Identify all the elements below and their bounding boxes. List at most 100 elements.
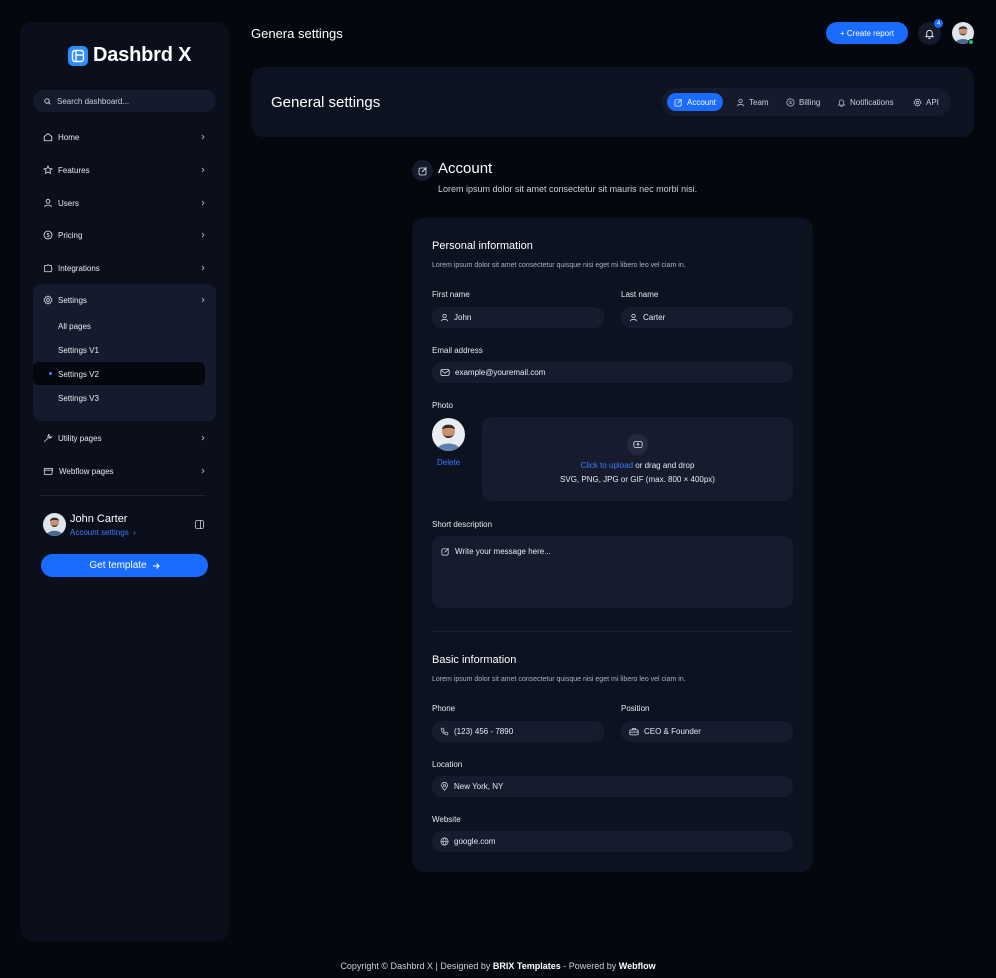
sidebar-item-label: Users xyxy=(58,198,79,208)
settings-header: General settings Account Team $ Billing … xyxy=(251,67,974,137)
sidebar-item-label: Home xyxy=(58,132,80,142)
sidebar-item-webflow-pages[interactable]: Webflow pages xyxy=(33,460,216,482)
tab-notifications[interactable]: Notifications xyxy=(830,93,901,111)
email-field[interactable]: example@youremail.com xyxy=(432,362,793,383)
chevron-right-icon xyxy=(200,435,206,441)
click-to-upload-link[interactable]: Click to upload xyxy=(581,461,633,470)
active-dot xyxy=(49,372,52,375)
tab-billing[interactable]: $ Billing xyxy=(779,93,827,111)
section-divider xyxy=(432,631,793,632)
sidebar-item-utility-pages[interactable]: Utility pages xyxy=(33,427,216,449)
sidebar-subitem-all-pages[interactable]: All pages xyxy=(58,322,91,331)
chevron-right-icon xyxy=(200,232,206,238)
arrow-right-icon xyxy=(152,562,160,570)
sidebar: Dashbrd X Search dashboard... Home Featu… xyxy=(20,22,229,941)
edit-icon xyxy=(441,547,450,597)
sidebar-subitem-settings-v1[interactable]: Settings V1 xyxy=(58,346,99,355)
account-form: Personal information Lorem ipsum dolor s… xyxy=(412,218,813,872)
online-status-dot xyxy=(968,39,974,45)
position-label: Position xyxy=(621,704,650,713)
sidebar-item-label: Settings xyxy=(58,295,87,305)
sidebar-item-label: Features xyxy=(58,165,90,175)
first-name-field[interactable]: John xyxy=(432,307,604,328)
create-report-label: + Create report xyxy=(839,28,895,38)
last-name-field[interactable]: Carter xyxy=(621,307,793,328)
chevron-right-icon xyxy=(200,265,206,271)
sidebar-item-users[interactable]: Users xyxy=(33,192,216,214)
create-report-button[interactable]: + Create report xyxy=(826,22,908,44)
tab-account[interactable]: Account xyxy=(667,93,723,111)
tab-label: API xyxy=(926,97,939,107)
briefcase-icon xyxy=(629,727,639,736)
sidebar-item-integrations[interactable]: Integrations xyxy=(33,257,216,279)
tab-team[interactable]: Team xyxy=(729,93,776,111)
avatar[interactable] xyxy=(43,513,66,536)
email-placeholder: example@youremail.com xyxy=(455,368,546,377)
chevron-right-icon xyxy=(200,468,206,474)
personal-info-description: Lorem ipsum dolor sit amet consectetur q… xyxy=(432,262,686,269)
puzzle-icon xyxy=(43,263,53,273)
first-name-label: First name xyxy=(432,290,470,299)
chevron-right-icon: › xyxy=(130,528,136,537)
location-label: Location xyxy=(432,760,463,769)
phone-label: Phone xyxy=(432,704,456,713)
settings-tabs: Account Team $ Billing Notifications API xyxy=(662,88,951,116)
sidebar-divider xyxy=(41,495,206,496)
account-settings-label: Account settings xyxy=(70,528,129,537)
mail-icon xyxy=(440,368,450,377)
brix-templates-link[interactable]: BRIX Templates xyxy=(493,961,561,971)
website-field[interactable]: google.com xyxy=(432,831,793,852)
upload-hint: SVG, PNG, JPG or GIF (max. 800 × 400px) xyxy=(560,475,715,484)
location-pin-icon xyxy=(440,782,449,791)
settings-title: General settings xyxy=(271,94,381,111)
dollar-icon: $ xyxy=(786,98,795,107)
sidebar-toggle-icon[interactable] xyxy=(194,519,205,530)
footer-copyright: Copyright © Dashbrd X | Designed by xyxy=(340,961,493,971)
sidebar-item-features[interactable]: Features xyxy=(33,159,216,181)
gear-icon xyxy=(913,97,922,107)
position-value: CEO & Founder xyxy=(644,727,701,736)
edit-icon xyxy=(674,98,683,107)
chevron-right-icon xyxy=(200,297,206,303)
get-template-button[interactable]: Get template xyxy=(41,554,208,577)
sidebar-item-settings[interactable]: Settings xyxy=(33,289,216,311)
last-name-value: Carter xyxy=(643,313,666,322)
dollar-icon: $ xyxy=(43,230,53,240)
delete-photo-button[interactable]: Delete xyxy=(437,458,460,467)
search-input[interactable]: Search dashboard... xyxy=(33,90,216,112)
edit-icon xyxy=(412,160,433,181)
sidebar-subitem-settings-v2[interactable]: Settings V2 xyxy=(58,370,99,379)
phone-field[interactable]: (123) 456 - 7890 xyxy=(432,721,604,742)
short-description-input[interactable]: Write your message here... xyxy=(432,536,793,608)
globe-icon xyxy=(440,837,449,846)
logo-text: Dashbrd X xyxy=(93,44,192,66)
browser-icon xyxy=(43,466,54,476)
sidebar-item-label: Utility pages xyxy=(58,433,102,443)
position-field[interactable]: CEO & Founder xyxy=(621,721,793,742)
sidebar-subitem-settings-v3[interactable]: Settings V3 xyxy=(58,394,99,403)
account-settings-link[interactable]: Account settings › xyxy=(70,528,136,537)
user-icon xyxy=(736,98,745,107)
get-template-label: Get template xyxy=(89,560,147,571)
page-title: Genera settings xyxy=(251,26,343,41)
sidebar-item-home[interactable]: Home xyxy=(33,126,216,148)
tab-api[interactable]: API xyxy=(906,93,946,111)
notification-badge: 4 xyxy=(934,19,943,28)
location-field[interactable]: New York, NY xyxy=(432,776,793,797)
webflow-link[interactable]: Webflow xyxy=(619,961,656,971)
basic-info-description: Lorem ipsum dolor sit amet consectetur q… xyxy=(432,676,686,683)
search-placeholder: Search dashboard... xyxy=(57,96,130,106)
sidebar-item-label: Integrations xyxy=(58,263,100,273)
logo[interactable]: Dashbrd X xyxy=(68,44,191,67)
chevron-right-icon xyxy=(200,167,206,173)
chevron-right-icon xyxy=(200,134,206,140)
website-label: Website xyxy=(432,815,461,824)
sidebar-item-label: Webflow pages xyxy=(59,466,114,476)
sidebar-item-pricing[interactable]: $ Pricing xyxy=(33,224,216,246)
footer: Copyright © Dashbrd X | Designed by BRIX… xyxy=(0,961,996,971)
tab-label: Account xyxy=(687,97,716,107)
phone-value: (123) 456 - 7890 xyxy=(454,727,514,736)
svg-text:$: $ xyxy=(46,233,49,239)
last-name-label: Last name xyxy=(621,290,659,299)
photo-upload-dropzone[interactable]: Click to upload or drag and drop SVG, PN… xyxy=(482,417,793,501)
